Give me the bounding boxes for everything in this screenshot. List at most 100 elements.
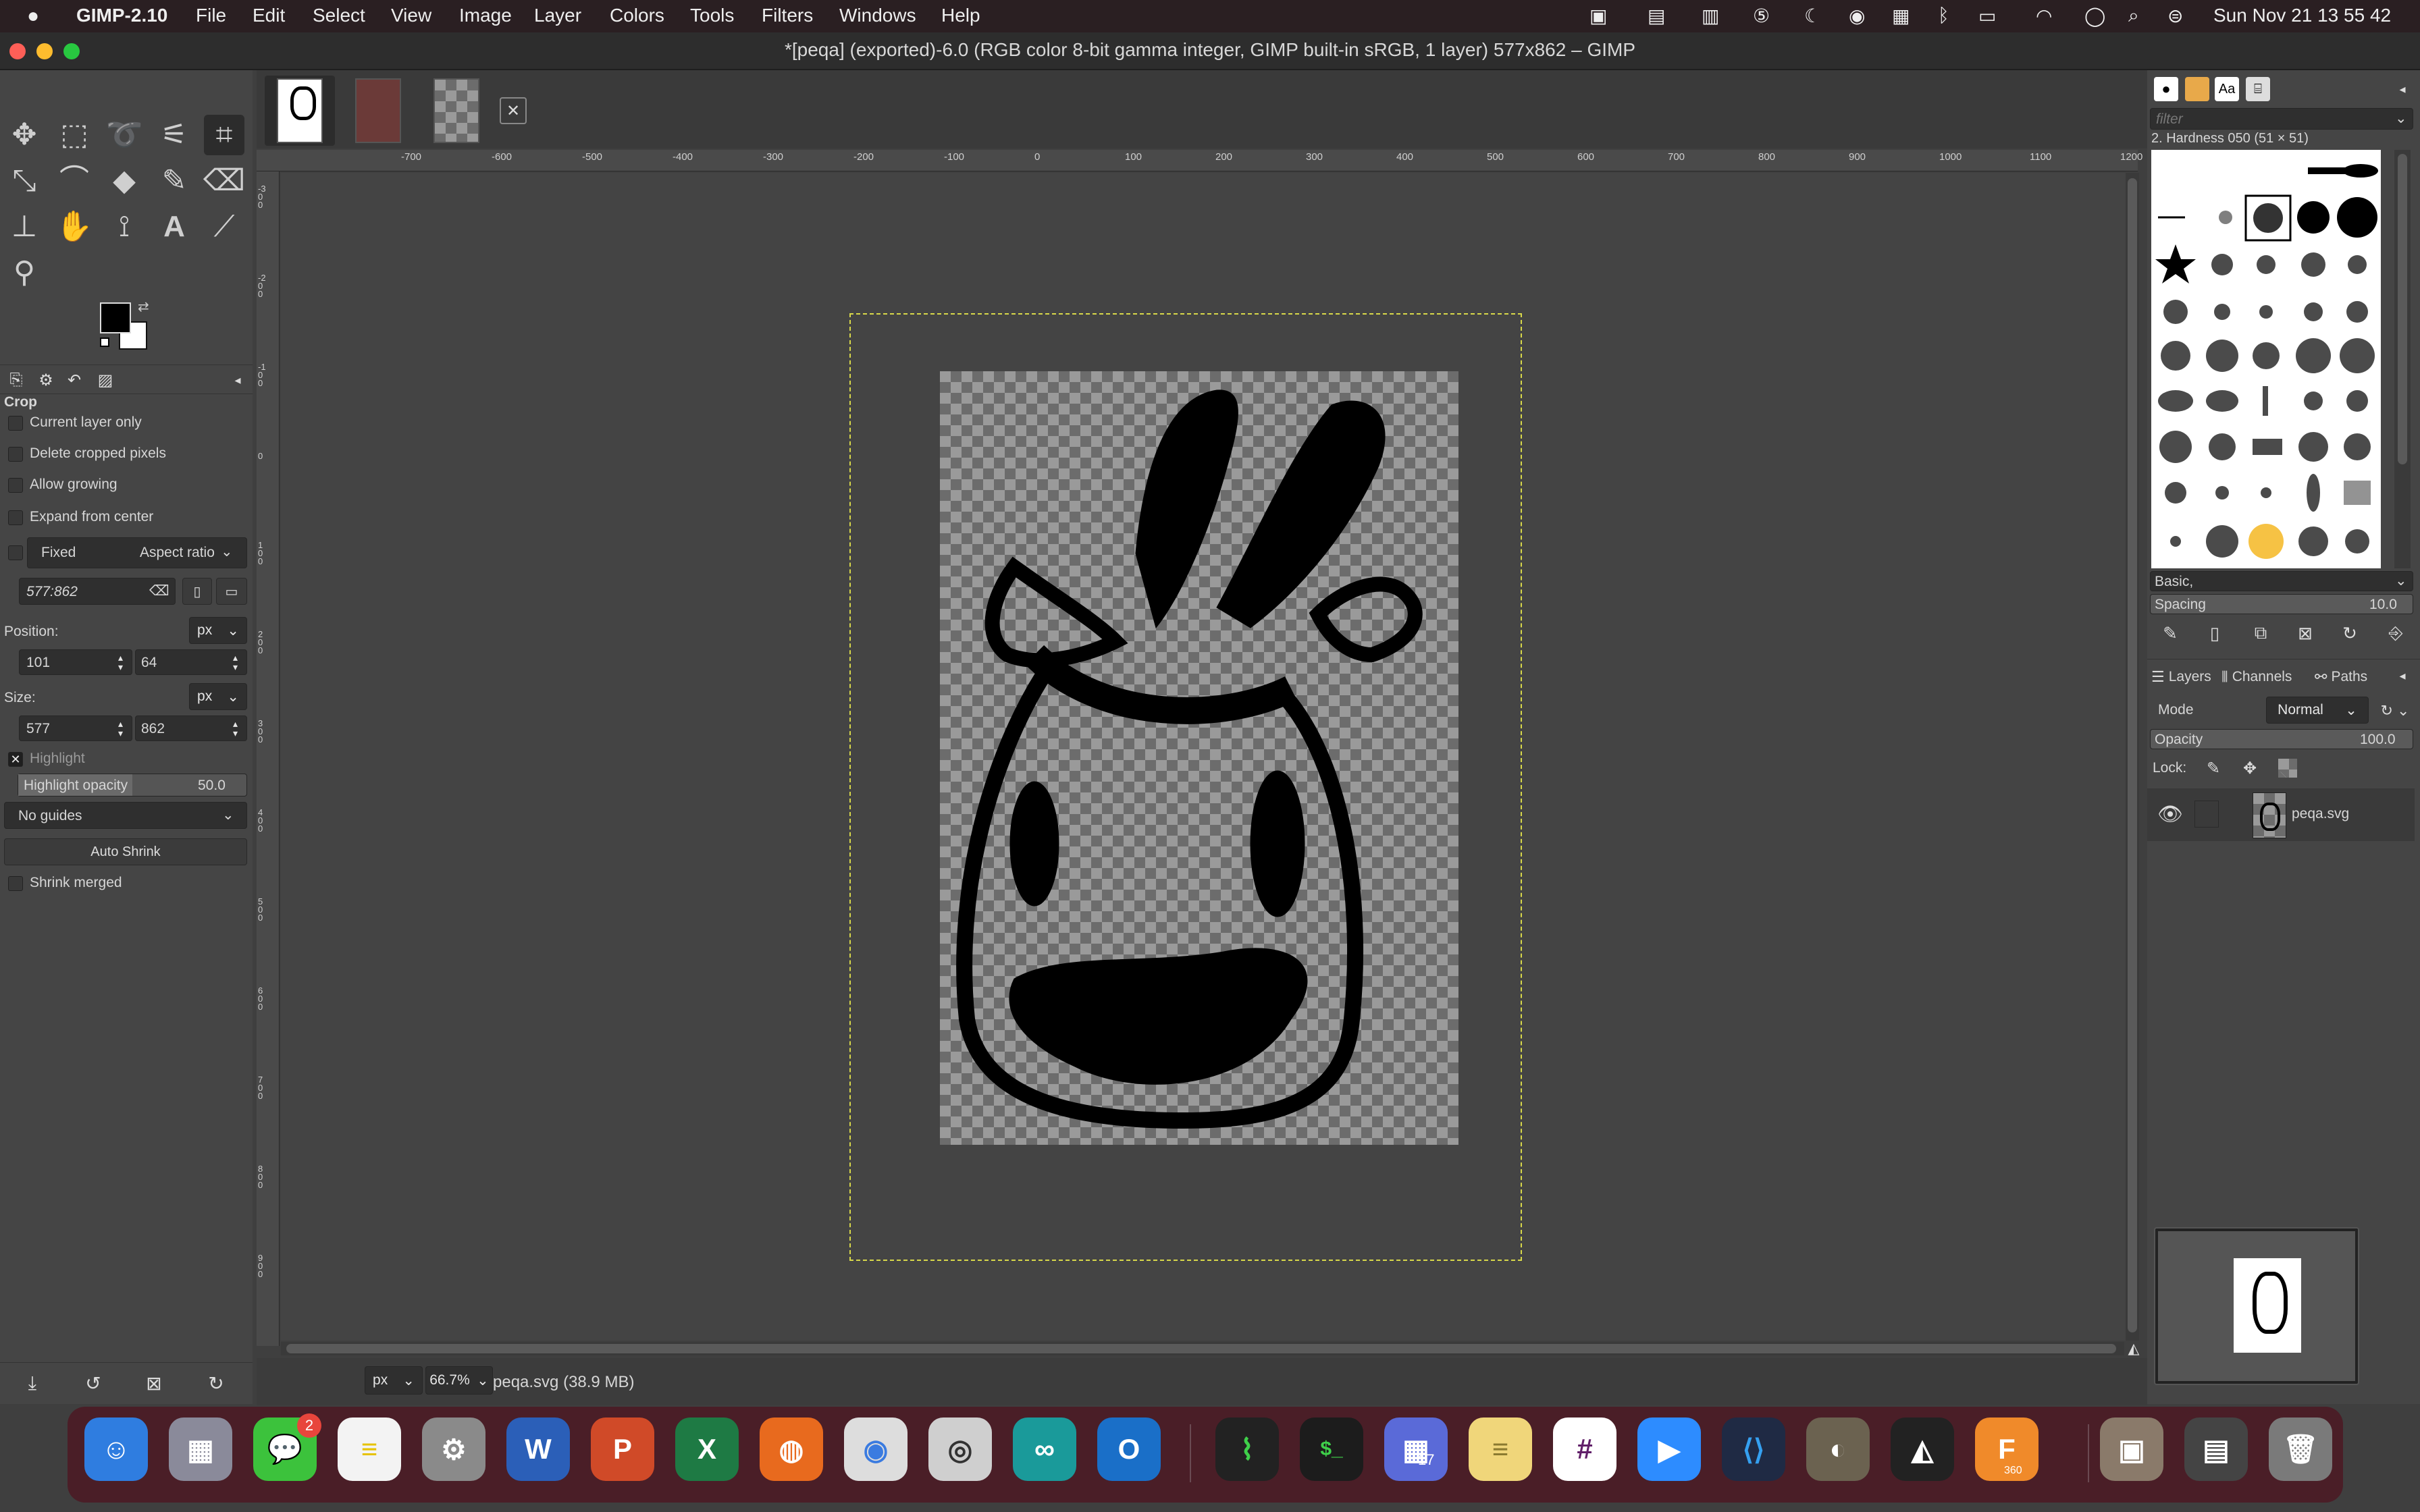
app-menu[interactable]: GIMP-2.10	[76, 5, 167, 26]
lock-position-icon[interactable]: ✥	[2238, 756, 2262, 780]
video-icon[interactable]: ▣	[1589, 5, 1607, 27]
portrait-button[interactable]: ▯	[182, 578, 212, 605]
search-icon[interactable]: ⌕	[2128, 5, 2139, 27]
reset-colors-icon[interactable]	[100, 338, 109, 347]
navigate-icon[interactable]: ◭	[2126, 1340, 2142, 1357]
layer-opacity-slider[interactable]: Opacity 100.0	[2150, 729, 2413, 749]
layer-chain-slot[interactable]	[2194, 801, 2219, 828]
edit-brush-icon[interactable]: ✎	[2157, 620, 2184, 647]
foreground-color-swatch[interactable]	[100, 302, 131, 333]
vertical-scrollbar-thumb[interactable]	[2128, 178, 2137, 1332]
patterns-tab-icon[interactable]	[2185, 77, 2209, 101]
delete-preset-icon[interactable]: ⊠	[140, 1370, 167, 1397]
system-preferences-icon[interactable]: ⚙	[422, 1418, 485, 1481]
preview-stack-icon[interactable]: ▣	[2100, 1418, 2163, 1481]
bluetooth-icon[interactable]: ᛒ	[1938, 5, 1949, 26]
user-icon[interactable]: ◯	[2084, 5, 2105, 27]
lock-pixels-icon[interactable]: ✎	[2201, 756, 2226, 780]
menu-layer[interactable]: Layer	[534, 5, 581, 26]
excel-icon[interactable]: X	[675, 1418, 739, 1481]
reset-options-icon[interactable]: ↻	[203, 1370, 230, 1397]
size-height-input[interactable]: 862 ▴ ▾	[135, 716, 247, 741]
tool-options-tab-icon[interactable]: ⎘	[4, 368, 28, 392]
document-history-tab-icon[interactable]: ⌸	[2246, 77, 2270, 101]
crop-tool-icon[interactable]: ⌗	[204, 115, 244, 155]
warp-tool-icon[interactable]: ⌒	[54, 161, 95, 201]
lock-alpha-icon[interactable]	[2278, 759, 2297, 778]
clear-ratio-icon[interactable]: ⌫	[149, 583, 169, 599]
arduino-icon[interactable]: ∞	[1013, 1418, 1076, 1481]
stickies-icon[interactable]: ≡	[1469, 1418, 1532, 1481]
horizontal-scrollbar[interactable]	[281, 1342, 2124, 1355]
navigation-preview[interactable]	[2154, 1227, 2359, 1385]
restore-preset-icon[interactable]: ↺	[80, 1370, 107, 1397]
brush-spacing-slider[interactable]: Spacing 10.0	[2150, 594, 2413, 614]
clone-tool-icon[interactable]: ⊥	[4, 207, 45, 247]
menu-tools[interactable]: Tools	[690, 5, 734, 26]
play-icon[interactable]: ◉	[1849, 5, 1865, 27]
menu-windows[interactable]: Windows	[839, 5, 916, 26]
horizontal-ruler[interactable]: -700 -600 -500 -400 -300 -200 -100 0 100…	[257, 150, 2142, 171]
stepper-icon[interactable]: ▴ ▾	[118, 653, 123, 672]
menu-view[interactable]: View	[391, 5, 431, 26]
aspect-ratio-input[interactable]: 577:862 ⌫	[19, 578, 176, 605]
configure-tab-icon[interactable]: ◂	[2393, 80, 2412, 99]
fixed-mode-select[interactable]: Fixed Aspect ratio ⌄	[27, 537, 247, 568]
brush-filter-input[interactable]: filter ⌄	[2150, 108, 2413, 130]
highlight-opacity-slider[interactable]: Highlight opacity 50.0	[18, 774, 247, 796]
zoom-select[interactable]: 66.7% ⌄	[425, 1366, 493, 1395]
outlook-icon[interactable]: O	[1097, 1418, 1161, 1481]
brush-grid[interactable]	[2151, 150, 2381, 568]
save-preset-icon[interactable]: ⤓	[19, 1370, 46, 1397]
landscape-button[interactable]: ▭	[216, 578, 247, 605]
open-brush-icon[interactable]: ⎆	[2382, 620, 2409, 647]
terminal-icon[interactable]: $_	[1300, 1418, 1363, 1481]
configure-tab-icon[interactable]: ◂	[228, 371, 247, 389]
close-image-icon[interactable]: ✕	[500, 97, 527, 124]
vertical-ruler[interactable]: -300 -200 -100 0 100 200 300 400 500 600…	[257, 171, 280, 1346]
horizontal-scrollbar-thumb[interactable]	[286, 1344, 2116, 1353]
zoom-tool-icon[interactable]: ⚲	[4, 252, 45, 293]
smudge-tool-icon[interactable]: ✋	[54, 207, 95, 247]
allow-growing-checkbox[interactable]	[8, 478, 23, 493]
vertical-scrollbar[interactable]	[2126, 173, 2139, 1341]
fonts-tab-icon[interactable]: Aa	[2215, 77, 2239, 101]
zoom-icon[interactable]: ▶	[1637, 1418, 1701, 1481]
keyboard-icon[interactable]: ▦	[1892, 5, 1910, 27]
five-icon[interactable]: ⑤	[1753, 5, 1770, 27]
canvas-area[interactable]	[281, 173, 2126, 1341]
delete-cropped-checkbox[interactable]	[8, 447, 23, 462]
menu-select[interactable]: Select	[313, 5, 365, 26]
expand-from-center-checkbox[interactable]	[8, 510, 23, 525]
screen-icon[interactable]: ▤	[1648, 5, 1665, 27]
apple-icon[interactable]: ●	[27, 5, 39, 28]
gimp-icon[interactable]: ◐	[1806, 1418, 1870, 1481]
firefox-icon[interactable]: ◍	[760, 1418, 823, 1481]
refresh-brushes-icon[interactable]: ↻	[2336, 620, 2363, 647]
inkscape-icon[interactable]: ◭	[1891, 1418, 1954, 1481]
configure-tab-icon[interactable]: ◂	[2393, 666, 2412, 685]
stepper-icon[interactable]: ▴ ▾	[233, 719, 238, 738]
screenshot-stack-icon[interactable]: ▤	[2184, 1418, 2248, 1481]
tab-layers[interactable]: ☰ Layers	[2151, 665, 2212, 689]
wifi-icon[interactable]: ◠	[2036, 5, 2052, 27]
activity-monitor-icon[interactable]: ⌇	[1215, 1418, 1279, 1481]
image-layer-canvas[interactable]	[940, 371, 1458, 1145]
device-status-tab-icon[interactable]: ⚙	[34, 368, 58, 392]
position-x-input[interactable]: 101 ▴ ▾	[19, 649, 132, 675]
move-tool-icon[interactable]: ✥	[4, 115, 45, 155]
bucket-fill-tool-icon[interactable]: ◆	[104, 161, 144, 201]
brush-scrollbar-thumb[interactable]	[2398, 154, 2407, 464]
chrome-icon[interactable]: ◉	[844, 1418, 908, 1481]
position-unit-select[interactable]: px ⌄	[189, 617, 247, 644]
menu-help[interactable]: Help	[941, 5, 980, 26]
images-tab-icon[interactable]: ▨	[93, 368, 117, 392]
visibility-eye-icon[interactable]: 👁	[2155, 799, 2185, 829]
menu-image[interactable]: Image	[459, 5, 512, 26]
image-tab-2[interactable]	[343, 76, 413, 146]
launchpad-icon[interactable]: ▦	[169, 1418, 232, 1481]
transform-tool-icon[interactable]: ⤡	[4, 161, 45, 201]
image-tab-3[interactable]	[421, 76, 492, 146]
color-picker-tool-icon[interactable]: ⟋	[204, 207, 244, 247]
rect-select-tool-icon[interactable]: ⬚	[54, 115, 95, 155]
